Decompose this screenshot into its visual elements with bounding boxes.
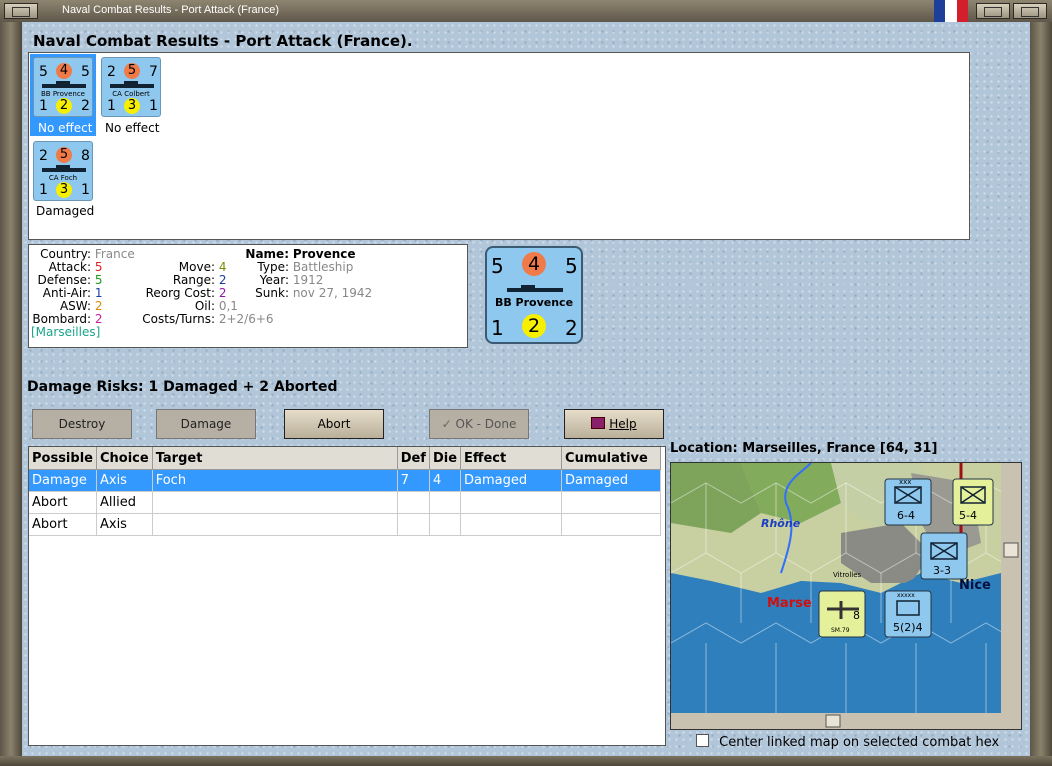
map-label-rhone: Rhône: [761, 517, 801, 530]
unit-list-pane: 5 4 5 BB Provence 1 2 2 No effect 2 5 7 …: [28, 52, 970, 240]
map-label-vitrolles: Vitrolles: [833, 571, 862, 579]
map-label-nice: Nice: [959, 578, 991, 593]
svg-text:6-4: 6-4: [897, 509, 915, 522]
unit-status: No effect: [105, 121, 160, 135]
svg-text:5(2)4: 5(2)4: [893, 621, 923, 634]
window-title: Naval Combat Results - Port Attack (Fran…: [62, 4, 280, 16]
svg-text:8: 8: [853, 609, 860, 622]
right-frame: [1030, 22, 1052, 756]
selected-unit-counter: 5 4 5 BB Provence 1 2 2: [485, 246, 583, 344]
help-book-icon: [591, 417, 606, 429]
table-header-row: Possible Choice Target Def Die Effect Cu…: [29, 447, 661, 470]
svg-text:xxx: xxx: [899, 478, 911, 486]
map-label-marseille: Marse: [767, 596, 812, 611]
unit-counter[interactable]: 2 5 7 CA Colbert 1 3 1: [101, 57, 161, 117]
battleship-icon: [507, 282, 563, 292]
minimize-button[interactable]: [976, 3, 1010, 19]
dialog-body: Naval Combat Results - Port Attack (Fran…: [22, 22, 1030, 756]
svg-text:SM.79: SM.79: [831, 627, 850, 634]
col-cumulative[interactable]: Cumulative: [561, 447, 661, 470]
col-target[interactable]: Target: [152, 447, 398, 470]
col-choice[interactable]: Choice: [96, 447, 153, 470]
unit-status: Damaged: [36, 204, 95, 218]
svg-text:3-3: 3-3: [933, 564, 951, 577]
location-label: Location: Marseilles, France [64, 31]: [670, 441, 938, 456]
center-linked-map-checkbox[interactable]: [696, 734, 709, 747]
unit-counter[interactable]: 5 4 5 BB Provence 1 2 2: [33, 57, 93, 117]
dialog-heading: Naval Combat Results - Port Attack (Fran…: [33, 32, 413, 50]
unit-info-panel: Country: France Attack: 5 Defense: 5 Ant…: [28, 244, 468, 348]
map-counter-infantry-1[interactable]: xxx 6-4: [884, 478, 932, 526]
close-button[interactable]: [1013, 3, 1047, 19]
help-button[interactable]: Help: [564, 409, 664, 439]
table-row[interactable]: Damage Axis Foch 7 4 Damaged Damaged: [29, 469, 661, 492]
battleship-icon: [42, 80, 86, 88]
unit-status: No effect: [38, 121, 93, 135]
vertical-scroll-thumb[interactable]: [1003, 542, 1019, 558]
svg-text:5-4: 5-4: [959, 509, 977, 522]
map-counter-german-1[interactable]: 5-4: [952, 478, 994, 526]
left-frame: [0, 22, 22, 756]
bottom-frame: [0, 756, 1052, 766]
unit-location: [Marseilles]: [31, 325, 101, 339]
horizontal-scrollbar[interactable]: [671, 713, 1021, 729]
destroy-button[interactable]: Destroy: [32, 409, 132, 439]
map-canvas[interactable]: Rhône Marse Nice Vitrolles xxx 6-4 5-4 3…: [671, 463, 1021, 729]
linked-map[interactable]: Rhône Marse Nice Vitrolles xxx 6-4 5-4 3…: [670, 462, 1022, 730]
table-row[interactable]: Abort Allied: [29, 491, 661, 514]
col-possible[interactable]: Possible: [29, 447, 97, 470]
map-counter-air-sm79[interactable]: 8 SM.79: [818, 590, 866, 638]
abort-button[interactable]: Abort: [284, 409, 384, 439]
unit-counter[interactable]: 2 5 8 CA Foch 1 3 1: [33, 141, 93, 201]
damage-button[interactable]: Damage: [156, 409, 256, 439]
cruiser-icon: [42, 164, 86, 172]
col-def[interactable]: Def: [397, 447, 430, 470]
cruiser-icon: [110, 80, 154, 88]
france-flag-icon: [934, 0, 968, 22]
map-counter-fleet[interactable]: xxxxx 5(2)4: [884, 590, 932, 638]
damage-choices-table: Possible Choice Target Def Die Effect Cu…: [28, 446, 666, 746]
center-linked-map-option[interactable]: Center linked map on selected combat hex: [696, 734, 999, 750]
checkmark-icon: ✓: [441, 417, 452, 431]
svg-text:xxxxx: xxxxx: [897, 592, 915, 599]
title-bar[interactable]: Naval Combat Results - Port Attack (Fran…: [0, 0, 1052, 22]
horizontal-scroll-thumb[interactable]: [825, 714, 841, 728]
table-row[interactable]: Abort Axis: [29, 513, 661, 536]
ok-done-button[interactable]: ✓ OK - Done: [429, 409, 529, 439]
vertical-scrollbar[interactable]: [1001, 463, 1021, 713]
damage-risks-summary: Damage Risks: 1 Damaged + 2 Aborted: [27, 379, 338, 395]
col-die[interactable]: Die: [429, 447, 462, 470]
map-counter-infantry-2[interactable]: 3-3: [920, 532, 968, 580]
col-effect[interactable]: Effect: [460, 447, 563, 470]
system-menu-button[interactable]: [4, 3, 38, 19]
